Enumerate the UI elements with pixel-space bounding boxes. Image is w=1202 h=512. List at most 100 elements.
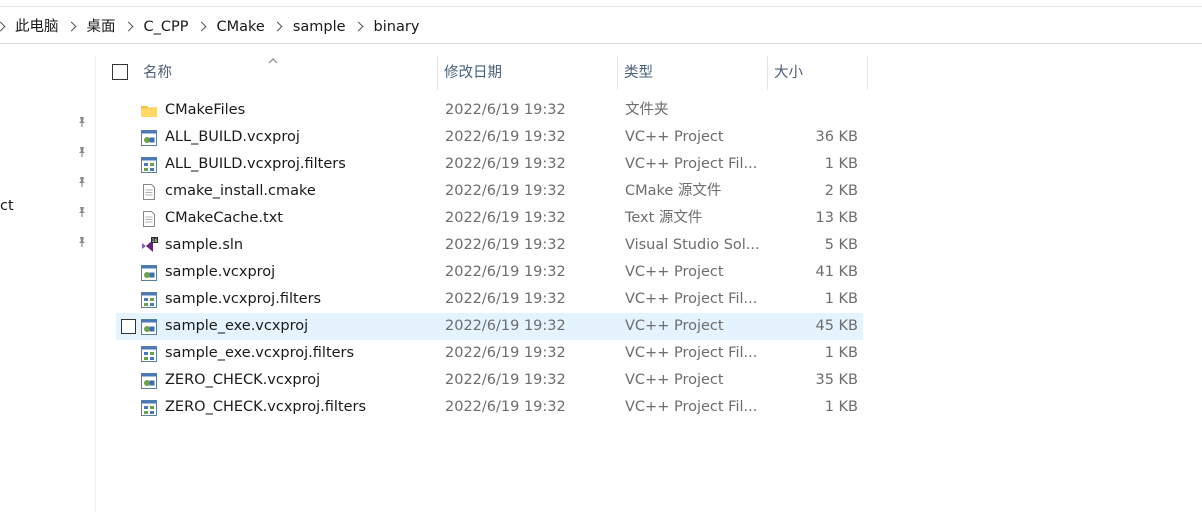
column-header: 名称 修改日期 类型 大小 (100, 56, 1202, 90)
breadcrumb-binary[interactable]: binary (371, 10, 423, 44)
pin-icon[interactable] (76, 116, 88, 128)
file-type: VC++ Project (625, 129, 724, 145)
breadcrumb-sample[interactable]: sample (290, 10, 349, 44)
breadcrumb-cmake[interactable]: CMake (214, 10, 268, 44)
file-size: 35 KB (815, 372, 858, 388)
file-size: 1 KB (824, 156, 858, 172)
chevron-right-icon[interactable] (268, 10, 290, 44)
document-icon (140, 210, 158, 228)
file-modified-date: 2022/6/19 19:32 (445, 129, 566, 145)
pin-icon[interactable] (76, 236, 88, 248)
file-row[interactable]: CMakeFiles 2022/6/19 19:32 文件夹 (100, 97, 1202, 124)
file-type: VC++ Project (625, 318, 724, 334)
file-row[interactable]: ZERO_CHECK.vcxproj.filters 2022/6/19 19:3… (100, 394, 1202, 421)
file-modified-date: 2022/6/19 19:32 (445, 237, 566, 253)
column-header-name[interactable]: 名称 (137, 56, 438, 90)
window-top-border (0, 6, 1202, 7)
pin-icon[interactable] (76, 176, 88, 188)
file-size: 13 KB (815, 210, 858, 226)
file-size: 5 KB (824, 237, 858, 253)
vcxproj-icon (140, 129, 158, 147)
vcxproj-icon (140, 318, 158, 336)
svg-text:16: 16 (152, 238, 158, 244)
file-row[interactable]: CMakeCache.txt 2022/6/19 19:32 Text 源文件 13 … (100, 205, 1202, 232)
file-row[interactable]: 16 sample.sln 2022/6/19 19:32 Visual Studio… (100, 232, 1202, 259)
chevron-right-icon[interactable] (192, 10, 214, 44)
file-name: sample.vcxproj (165, 264, 276, 280)
file-type: VC++ Project Fil... (625, 156, 758, 172)
file-type: VC++ Project Fil... (625, 399, 758, 415)
chevron-right-icon[interactable] (119, 10, 141, 44)
vcxproj-icon (140, 264, 158, 282)
address-bar[interactable]: 此电脑 桌面 C_CPP CMake sample binary (0, 10, 1202, 44)
file-modified-date: 2022/6/19 19:32 (445, 291, 566, 307)
file-row[interactable]: ALL_BUILD.vcxproj 2022/6/19 19:32 VC++ Pro… (100, 124, 1202, 151)
file-name: ZERO_CHECK.vcxproj.filters (165, 399, 367, 415)
file-size: 2 KB (824, 183, 858, 199)
file-size: 1 KB (824, 399, 858, 415)
file-type: VC++ Project (625, 264, 724, 280)
navigation-pane[interactable]: ct (0, 56, 96, 512)
pin-icon[interactable] (76, 206, 88, 218)
chevron-right-icon[interactable] (0, 10, 12, 44)
file-type: VC++ Project Fil... (625, 345, 758, 361)
file-size: 1 KB (824, 291, 858, 307)
column-header-date[interactable]: 修改日期 (438, 56, 618, 90)
file-name: ALL_BUILD.vcxproj (165, 129, 300, 145)
file-row[interactable]: cmake_install.cmake 2022/6/19 19:32 CMake … (100, 178, 1202, 205)
file-name: CMakeFiles (165, 102, 246, 118)
file-name: CMakeCache.txt (165, 210, 283, 226)
file-modified-date: 2022/6/19 19:32 (445, 318, 566, 334)
folder-icon (140, 102, 158, 120)
nav-item-label[interactable]: ct (0, 198, 14, 214)
file-name: sample_exe.vcxproj.filters (165, 345, 355, 361)
file-size (768, 97, 858, 124)
filters-icon (140, 156, 158, 174)
file-type: VC++ Project Fil... (625, 291, 758, 307)
chevron-right-icon[interactable] (349, 10, 371, 44)
visual-studio-icon: 16 (140, 237, 158, 255)
file-modified-date: 2022/6/19 19:32 (445, 156, 566, 172)
breadcrumb-this-pc[interactable]: 此电脑 (12, 10, 62, 44)
file-modified-date: 2022/6/19 19:32 (445, 210, 566, 226)
file-size: 41 KB (815, 264, 858, 280)
breadcrumb-c-cpp[interactable]: C_CPP (141, 10, 192, 44)
file-size: 36 KB (815, 129, 858, 145)
file-name: ALL_BUILD.vcxproj.filters (165, 156, 346, 172)
file-row[interactable]: ZERO_CHECK.vcxproj 2022/6/19 19:32 VC++ Pr… (100, 367, 1202, 394)
select-all-checkbox[interactable] (112, 64, 128, 80)
file-modified-date: 2022/6/19 19:32 (445, 372, 566, 388)
file-size: 45 KB (815, 318, 858, 334)
file-name: ZERO_CHECK.vcxproj (165, 372, 321, 388)
filters-icon (140, 291, 158, 309)
file-modified-date: 2022/6/19 19:32 (445, 183, 566, 199)
file-modified-date: 2022/6/19 19:32 (445, 102, 566, 118)
filters-icon (140, 345, 158, 363)
file-row[interactable]: sample_exe.vcxproj.filters 2022/6/19 19:3… (100, 340, 1202, 367)
file-row[interactable]: ALL_BUILD.vcxproj.filters 2022/6/19 19:32… (100, 151, 1202, 178)
filters-icon (140, 399, 158, 417)
file-type: CMake 源文件 (625, 183, 722, 199)
file-row[interactable]: sample.vcxproj 2022/6/19 19:32 VC++ Projec… (100, 259, 1202, 286)
file-modified-date: 2022/6/19 19:32 (445, 264, 566, 280)
column-header-type[interactable]: 类型 (618, 56, 768, 90)
column-header-size[interactable]: 大小 (768, 56, 868, 90)
file-modified-date: 2022/6/19 19:32 (445, 399, 566, 415)
file-list: CMakeFiles 2022/6/19 19:32 文件夹 ALL_BUILD.vc… (100, 97, 1202, 421)
file-type: Visual Studio Sol... (625, 237, 760, 253)
file-row[interactable]: sample_exe.vcxproj 2022/6/19 19:32 VC++ Pr… (100, 313, 1202, 340)
file-modified-date: 2022/6/19 19:32 (445, 345, 566, 361)
breadcrumb-desktop[interactable]: 桌面 (84, 10, 119, 44)
document-icon (140, 183, 158, 201)
file-name: cmake_install.cmake (165, 183, 316, 199)
row-checkbox[interactable] (121, 319, 136, 334)
file-row[interactable]: sample.vcxproj.filters 2022/6/19 19:32 VC+… (100, 286, 1202, 313)
file-name: sample.sln (165, 237, 244, 253)
file-type: Text 源文件 (625, 210, 703, 226)
pin-icon[interactable] (76, 146, 88, 158)
file-name: sample_exe.vcxproj (165, 318, 309, 334)
vcxproj-icon (140, 372, 158, 390)
chevron-right-icon[interactable] (62, 10, 84, 44)
file-name: sample.vcxproj.filters (165, 291, 322, 307)
file-size: 1 KB (824, 345, 858, 361)
